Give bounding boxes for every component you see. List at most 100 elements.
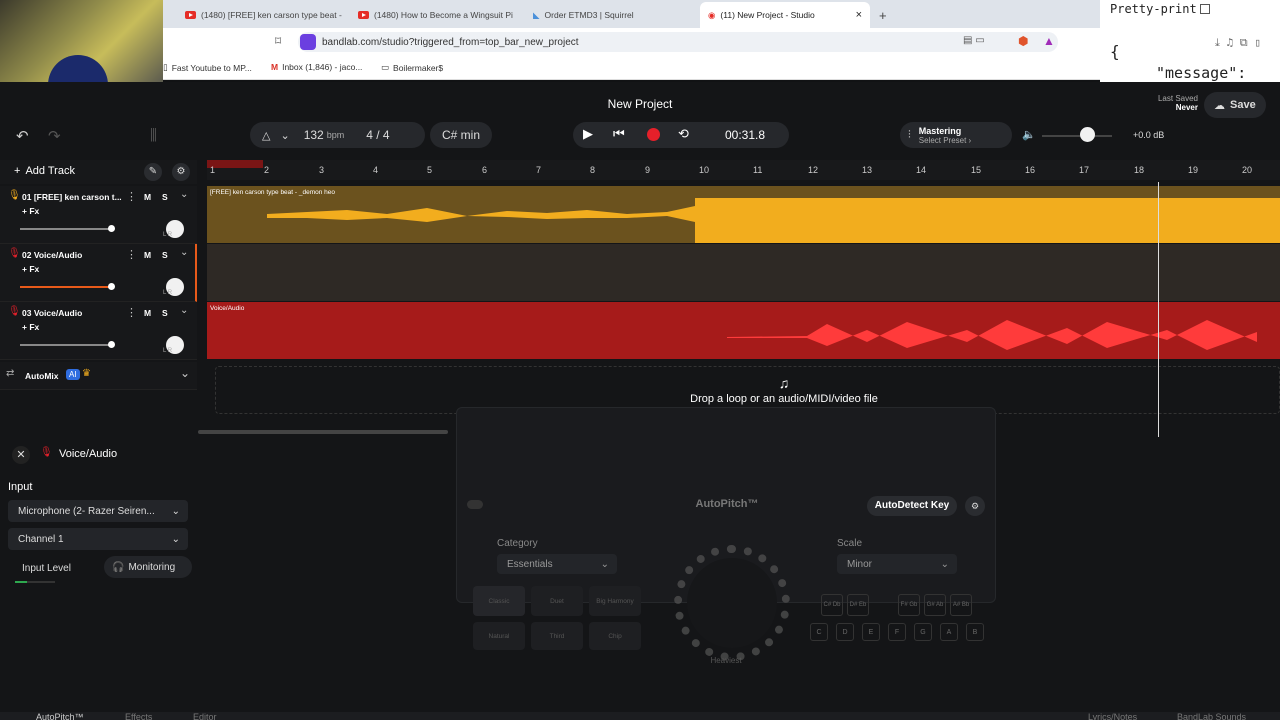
clip-track-1[interactable]: [FREE] ken carson type beat - _demon heo <box>207 186 1280 243</box>
add-track-button[interactable]: + Add Track <box>14 165 75 177</box>
bookmark-item[interactable]: M Inbox (1,846) - jaco... <box>271 62 362 72</box>
input-device-dropdown[interactable]: Microphone (2- Razer Seiren... ⌄ <box>8 500 188 522</box>
chevron-down-icon[interactable]: ⌄ <box>180 366 190 380</box>
timeline-ruler[interactable]: 1 2 3 4 5 6 7 8 9 10 11 12 13 14 15 16 1… <box>207 160 1280 180</box>
master-volume-slider[interactable] <box>1042 135 1112 137</box>
chevron-down-icon[interactable]: ⌄ <box>180 189 188 200</box>
browser-tab[interactable]: ◣ Order ETMD3 | Squirrel <box>533 4 693 26</box>
save-button[interactable]: ☁ Save <box>1204 92 1266 118</box>
new-tab-button[interactable]: + <box>879 4 887 26</box>
play-icon[interactable]: ▶ <box>583 126 593 142</box>
solo-button[interactable]: S <box>162 250 168 260</box>
browser-tab[interactable]: (1480) How to Become a Wingsuit Pi <box>358 4 528 26</box>
extensions-icon[interactable]: ▤ ▭ <box>963 35 985 46</box>
skip-back-icon[interactable]: ⏮ <box>613 126 625 142</box>
playhead[interactable] <box>1158 182 1159 437</box>
loop-region[interactable] <box>207 160 263 168</box>
key-selector[interactable]: C# min <box>430 122 492 148</box>
url-field[interactable]: bandlab.com/studio?triggered_from=top_ba… <box>298 32 1058 52</box>
track-name[interactable]: 02 Voice/Audio <box>22 250 82 260</box>
scale-dropdown[interactable]: Minor ⌄ <box>837 554 957 574</box>
tab-editor[interactable]: Editor <box>193 712 217 720</box>
autodetect-key-button[interactable]: AutoDetect Key <box>867 496 957 516</box>
toolbar-icons[interactable]: ⤓ ♫ ⧉ ▯ <box>1215 36 1261 50</box>
mute-button[interactable]: M <box>144 308 151 318</box>
tab-autopitch[interactable]: AutoPitch™ <box>36 712 84 720</box>
key-fsharp[interactable]: F# Gb <box>898 594 920 616</box>
volume-slider[interactable] <box>20 228 112 230</box>
edit-icon[interactable]: ✎ <box>144 163 162 181</box>
style-duet-button[interactable]: Duet <box>531 586 583 616</box>
checkbox[interactable] <box>1199 4 1210 14</box>
chevron-down-icon[interactable]: ⌄ <box>180 247 188 258</box>
key-a[interactable]: A <box>940 623 958 641</box>
rewards-icon[interactable]: ▲ <box>1043 34 1055 48</box>
horizontal-scrollbar[interactable] <box>198 430 448 434</box>
volume-handle[interactable] <box>108 225 115 232</box>
undo-icon[interactable]: ↶ <box>16 127 29 145</box>
key-csharp[interactable]: C# Db <box>821 594 843 616</box>
tab-bandlab-sounds[interactable]: BandLab Sounds <box>1177 712 1246 720</box>
record-icon[interactable] <box>647 128 660 141</box>
key-g[interactable]: G <box>914 623 932 641</box>
metronome-icon[interactable]: △ <box>262 129 270 142</box>
mute-button[interactable]: M <box>144 250 151 260</box>
key-asharp[interactable]: A# Bb <box>950 594 972 616</box>
settings-icon[interactable]: ⚙ <box>172 163 190 181</box>
pretty-print-toggle[interactable]: Pretty-print <box>1110 2 1210 16</box>
add-fx-button[interactable]: + Fx <box>22 322 39 332</box>
track-header-1[interactable]: 🎙 01 [FREE] ken carson t... ⋮ M S ⌄ + Fx… <box>0 186 197 244</box>
style-third-button[interactable]: Third <box>531 622 583 650</box>
style-natural-button[interactable]: Natural <box>473 622 525 650</box>
volume-slider[interactable] <box>20 344 112 346</box>
more-icon[interactable]: ⋮ <box>126 306 137 319</box>
master-volume-handle[interactable] <box>1080 127 1095 142</box>
track-header-3[interactable]: 🎙 03 Voice/Audio ⋮ M S ⌄ + Fx L R <box>0 302 197 360</box>
mute-button[interactable]: M <box>144 192 151 202</box>
more-icon[interactable]: ⋮ <box>126 190 137 203</box>
track-name[interactable]: 01 [FREE] ken carson t... <box>22 192 122 202</box>
tab-lyrics[interactable]: Lyrics/Notes <box>1088 712 1137 720</box>
key-gsharp[interactable]: G# Ab <box>924 594 946 616</box>
style-chip-button[interactable]: Chip <box>589 622 641 650</box>
mixer-icon[interactable]: ⫼ <box>150 127 157 144</box>
key-e[interactable]: E <box>862 623 880 641</box>
loop-icon[interactable]: ⟲ <box>678 126 689 142</box>
clip-track-3[interactable]: Voice/Audio <box>207 302 1280 359</box>
monitoring-button[interactable]: 🎧 Monitoring <box>104 556 192 578</box>
style-classic-button[interactable]: Classic <box>473 586 525 616</box>
more-icon[interactable]: ⋮ <box>126 248 137 261</box>
style-big-harmony-button[interactable]: Big Harmony <box>589 586 641 616</box>
solo-button[interactable]: S <box>162 192 168 202</box>
brave-shield-icon[interactable]: ⬢ <box>1018 34 1028 48</box>
close-tab-icon[interactable]: × <box>856 9 862 21</box>
volume-handle[interactable] <box>108 283 115 290</box>
key-d[interactable]: D <box>836 623 854 641</box>
tab-effects[interactable]: Effects <box>125 712 152 720</box>
key-c[interactable]: C <box>810 623 828 641</box>
project-title[interactable]: New Project <box>0 97 1280 111</box>
category-dropdown[interactable]: Essentials ⌄ <box>497 554 617 574</box>
settings-icon[interactable]: ⚙ <box>965 496 985 516</box>
add-fx-button[interactable]: + Fx <box>22 206 39 216</box>
track-name[interactable]: 03 Voice/Audio <box>22 308 82 318</box>
tempo-value[interactable]: 132 <box>304 128 324 142</box>
volume-icon[interactable]: 🔈 <box>1022 128 1036 141</box>
volume-slider[interactable] <box>20 286 112 288</box>
strength-dial[interactable] <box>687 558 777 648</box>
bookmark-item[interactable]: ▭ Boilermaker$ <box>381 62 443 73</box>
solo-button[interactable]: S <box>162 308 168 318</box>
redo-icon[interactable]: ↷ <box>48 127 61 145</box>
bookmark-item[interactable]: ▯ Fast Youtube to MP... <box>163 62 252 73</box>
automix-row[interactable]: ⇄ AutoMix AI ♛ ⌄ <box>0 362 197 390</box>
key-f[interactable]: F <box>888 623 906 641</box>
volume-handle[interactable] <box>108 341 115 348</box>
browser-tab-active[interactable]: ◉ (11) New Project - Studio × <box>700 2 870 28</box>
chevron-down-icon[interactable]: ⌄ <box>280 129 289 142</box>
close-icon[interactable]: ✕ <box>12 446 30 464</box>
mastering-button[interactable]: ⫶ Mastering Select Preset › <box>900 122 1012 148</box>
key-b[interactable]: B <box>966 623 984 641</box>
channel-dropdown[interactable]: Channel 1 ⌄ <box>8 528 188 550</box>
browser-tab[interactable]: (1480) [FREE] ken carson type beat - <box>185 4 355 26</box>
time-signature[interactable]: 4 / 4 <box>366 128 389 142</box>
